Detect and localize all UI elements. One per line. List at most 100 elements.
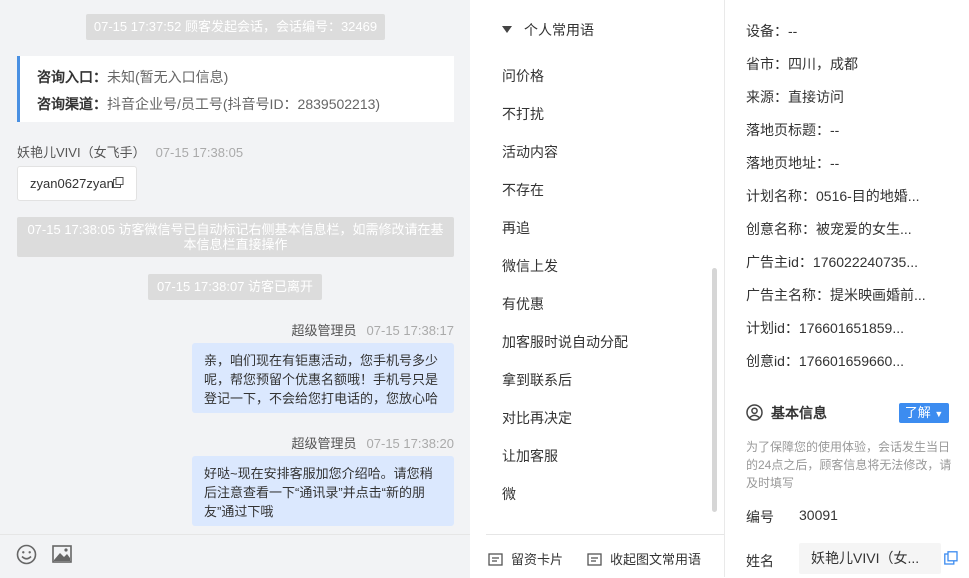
system-message-visitor-left: 07-15 17:38:07 访客已离开 xyxy=(148,274,322,300)
agent-message-time: 07-15 17:38:20 xyxy=(366,436,454,451)
consult-entry-row: 咨询入口：未知(暂无入口信息) xyxy=(37,67,228,87)
phrase-item[interactable]: 拿到联系后 xyxy=(502,370,572,390)
consult-channel-value: 抖音企业号/员工号(抖音号ID：2839502213) xyxy=(107,96,381,112)
visitor-message-time: 07-15 17:38:05 xyxy=(155,145,244,160)
info-edit-notice: 为了保障您的使用体验，会话发生当日的24点之后，顾客信息将无法修改，请及时填写 xyxy=(746,440,952,490)
copy-icon[interactable] xyxy=(113,177,124,188)
message-icon xyxy=(587,553,602,566)
lead-card-button[interactable]: 留资卡片 xyxy=(488,549,563,568)
info-label: 计划名称： xyxy=(746,188,816,204)
basic-info-title-text: 基本信息 xyxy=(771,405,827,421)
visitor-sender-line: 妖艳儿VIVI（女飞手） 07-15 17:38:05 xyxy=(17,142,243,161)
message-line: 亲，咱们现在有钜惠活动，您手机号多少 xyxy=(204,353,439,368)
info-value: 四川，成都 xyxy=(788,56,858,72)
agent-sender-line-2: 超级管理员 07-15 17:38:20 xyxy=(292,433,454,452)
info-value: 0516-目的地婚... xyxy=(816,188,920,204)
visitor-message-wechat[interactable]: zyan0627zyan xyxy=(17,166,137,201)
info-label: 广告主名称： xyxy=(746,287,830,303)
info-row-landing-url: 落地页地址：-- xyxy=(746,153,839,173)
info-row-landing-title: 落地页标题：-- xyxy=(746,120,839,140)
info-label: 省市： xyxy=(746,56,788,72)
wechat-id-text: zyan0627zyan xyxy=(30,176,114,191)
agent-name: 超级管理员 xyxy=(291,436,357,451)
system-message-wechat-marked: 07-15 17:38:05 访客微信号已自动标记右侧基本信息栏，如需修改请在基… xyxy=(17,217,454,257)
info-label: 落地页标题： xyxy=(746,122,830,138)
phrase-item[interactable]: 对比再决定 xyxy=(502,408,572,428)
phrases-bottom-bar: 留资卡片 收起图文常用语 xyxy=(486,534,724,578)
card-icon xyxy=(488,553,503,566)
name-field[interactable]: 妖艳儿VIVI（女... xyxy=(799,543,941,574)
message-line: 好哒~现在安排客服加您介绍哈。请您稍 xyxy=(204,466,433,481)
phrases-group-title: 个人常用语 xyxy=(524,22,594,38)
system-message-wechat-line2: 本信息栏直接操作 xyxy=(183,237,288,252)
info-row-advertiser-id: 广告主id：176022240735... xyxy=(746,252,918,272)
info-value: 176601659660... xyxy=(798,353,905,369)
collapse-phrases-label: 收起图文常用语 xyxy=(610,552,702,567)
lead-card-label: 留资卡片 xyxy=(511,552,564,567)
info-row-plan-id: 计划id：176601651859... xyxy=(746,318,904,338)
info-value: 176601651859... xyxy=(798,320,905,336)
learn-more-label: 了解 xyxy=(904,405,931,420)
phrase-item[interactable]: 让加客服 xyxy=(502,446,558,466)
number-value: 30091 xyxy=(799,507,838,523)
phrase-item[interactable]: 加客服时说自动分配 xyxy=(502,332,628,352)
number-label: 编号 xyxy=(746,509,774,525)
caret-down-icon: ▼ xyxy=(934,409,944,419)
message-line: 登记一下，不会给您打电话的，您放心哈 xyxy=(204,391,439,406)
phrases-group-header[interactable]: 个人常用语 xyxy=(502,20,594,40)
info-label: 广告主id： xyxy=(746,254,813,270)
collapse-triangle-icon xyxy=(502,26,512,33)
copy-icon[interactable] xyxy=(944,551,958,565)
info-row-creative-id: 创意id：176601659660... xyxy=(746,351,904,371)
phrase-item[interactable]: 微信上发 xyxy=(502,256,558,276)
phrase-item[interactable]: 再追 xyxy=(502,218,530,238)
message-line: 友”通过下哦 xyxy=(204,504,274,519)
message-line: 呢，帮您预留个优惠名额哦！手机号只是 xyxy=(204,372,439,387)
consult-channel-label: 咨询渠道： xyxy=(37,96,107,112)
info-value: 被宠爱的女生... xyxy=(816,221,912,237)
customer-info-panel: 设备：-- 省市：四川，成都 来源：直接访问 落地页标题：-- 落地页地址：--… xyxy=(725,0,969,577)
info-label: 计划id： xyxy=(746,320,799,336)
consult-entry-label: 咨询入口： xyxy=(37,69,107,85)
agent-name: 超级管理员 xyxy=(291,323,357,338)
phrase-item[interactable]: 不存在 xyxy=(502,180,544,200)
info-label: 来源： xyxy=(746,89,788,105)
info-label: 创意id： xyxy=(746,353,799,369)
consult-info-card: 咨询入口：未知(暂无入口信息) 咨询渠道：抖音企业号/员工号(抖音号ID：283… xyxy=(17,56,454,122)
info-row-location: 省市：四川，成都 xyxy=(746,54,858,74)
agent-sender-line-1: 超级管理员 07-15 17:38:17 xyxy=(292,320,454,339)
system-message-session-start: 07-15 17:37:52 顾客发起会话，会话编号：32469 xyxy=(86,14,385,40)
info-row-device: 设备：-- xyxy=(746,21,797,41)
info-row-creative-name: 创意名称：被宠爱的女生... xyxy=(746,219,912,239)
info-value: 直接访问 xyxy=(788,89,844,105)
agent-message-bubble: 好哒~现在安排客服加您介绍哈。请您稍 后注意查看一下“通讯录”并点击“新的朋 友… xyxy=(192,456,454,526)
info-label: 落地页地址： xyxy=(746,155,830,171)
info-value: -- xyxy=(830,155,840,171)
phrases-scrollbar[interactable] xyxy=(712,268,717,512)
learn-more-button[interactable]: 了解 ▼ xyxy=(899,403,949,423)
agent-message-time: 07-15 17:38:17 xyxy=(366,323,454,338)
phrase-item[interactable]: 问价格 xyxy=(502,66,544,86)
agent-message-bubble: 亲，咱们现在有钜惠活动，您手机号多少 呢，帮您预留个优惠名额哦！手机号只是 登记… xyxy=(192,343,454,413)
info-label: 设备： xyxy=(746,23,788,39)
system-message-wechat-line1: 07-15 17:38:05 访客微信号已自动标记右侧基本信息栏，如需修改请在基 xyxy=(27,222,444,237)
info-row-source: 来源：直接访问 xyxy=(746,87,844,107)
phrase-item[interactable]: 不打扰 xyxy=(502,104,544,124)
name-label: 姓名 xyxy=(746,553,774,569)
phrase-item[interactable]: 有优惠 xyxy=(502,294,544,314)
info-value: -- xyxy=(830,122,840,138)
info-value: 提米映画婚前... xyxy=(830,287,926,303)
image-icon[interactable] xyxy=(52,545,72,563)
collapse-phrases-button[interactable]: 收起图文常用语 xyxy=(587,549,701,568)
message-line: 后注意查看一下“通讯录”并点击“新的朋 xyxy=(204,485,425,500)
info-row-advertiser-name: 广告主名称：提米映画婚前... xyxy=(746,285,926,305)
phrase-item[interactable]: 活动内容 xyxy=(502,142,558,162)
chat-input-toolbar xyxy=(0,534,470,578)
info-label: 创意名称： xyxy=(746,221,816,237)
consult-channel-row: 咨询渠道：抖音企业号/员工号(抖音号ID：2839502213) xyxy=(37,94,380,114)
user-circle-icon xyxy=(746,404,763,421)
chat-panel: 07-15 17:37:52 顾客发起会话，会话编号：32469 咨询入口：未知… xyxy=(0,0,470,578)
smiley-icon[interactable] xyxy=(16,544,37,565)
phrase-item[interactable]: 微 xyxy=(502,484,516,504)
info-value: -- xyxy=(788,23,798,39)
